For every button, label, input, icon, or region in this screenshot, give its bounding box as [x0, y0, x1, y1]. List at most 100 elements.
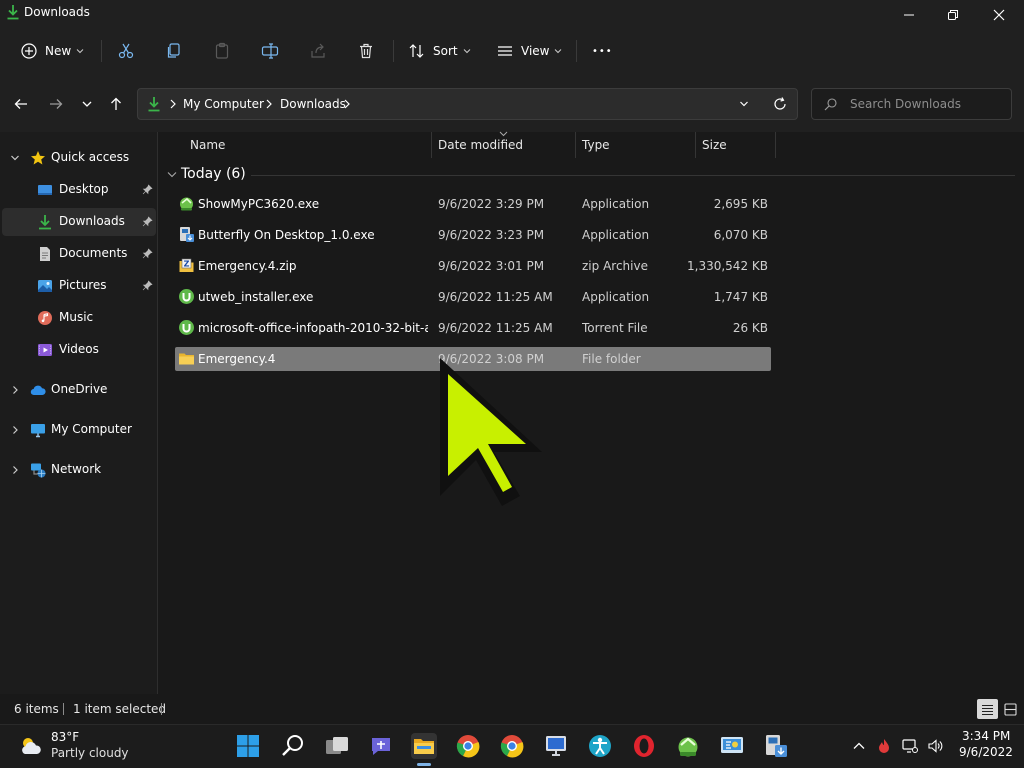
- column-divider[interactable]: [431, 132, 432, 158]
- taskbar-file-explorer[interactable]: [411, 733, 437, 766]
- address-dropdown-icon[interactable]: [739, 99, 749, 109]
- sidebar-item-documents[interactable]: Documents: [2, 240, 156, 268]
- file-type: Application: [582, 228, 650, 242]
- file-name: utweb_installer.exe: [198, 290, 314, 304]
- sidebar-item-videos[interactable]: Videos: [2, 336, 156, 364]
- show-hidden-icons-icon[interactable]: [851, 738, 867, 754]
- up-button[interactable]: [106, 94, 126, 114]
- tiles-view-button[interactable]: [1000, 699, 1021, 719]
- file-type: File folder: [582, 352, 641, 366]
- download-arrow-icon: [39, 215, 51, 230]
- chevron-down-icon[interactable]: [10, 153, 20, 163]
- task-view-icon[interactable]: [324, 733, 350, 759]
- navigation-pane: Quick access Desktop Downloads Documents…: [0, 132, 158, 694]
- opera-icon[interactable]: [631, 733, 657, 759]
- paste-button[interactable]: [213, 36, 231, 66]
- column-header-size[interactable]: Size: [702, 132, 727, 158]
- table-row[interactable]: Z Emergency.4.zip 9/6/2022 3:01 PM zip A…: [175, 254, 771, 278]
- clock-date[interactable]: 9/6/2022: [959, 745, 1013, 759]
- tray-flame-icon[interactable]: [876, 738, 892, 754]
- installer-icon[interactable]: [763, 733, 789, 759]
- column-header-name[interactable]: Name: [190, 132, 225, 158]
- partly-cloudy-icon[interactable]: [18, 734, 44, 758]
- new-button[interactable]: New: [20, 36, 84, 66]
- recent-locations-button[interactable]: [77, 94, 97, 114]
- view-button[interactable]: View: [496, 36, 562, 66]
- sort-button[interactable]: Sort: [408, 36, 471, 66]
- details-view-icon: [982, 704, 993, 715]
- chrome-icon[interactable]: [455, 733, 481, 759]
- selection-count: 1 item selected: [73, 702, 167, 716]
- svg-text:Z: Z: [184, 260, 190, 269]
- table-row[interactable]: ShowMyPC3620.exe 9/6/2022 3:29 PM Applic…: [175, 192, 771, 216]
- remote-desktop-icon[interactable]: [543, 733, 569, 759]
- back-button[interactable]: [11, 94, 31, 114]
- tiles-view-icon: [1004, 702, 1017, 716]
- arrow-right-icon: [50, 99, 63, 109]
- table-row[interactable]: Butterfly On Desktop_1.0.exe 9/6/2022 3:…: [175, 223, 771, 247]
- sidebar-item-onedrive[interactable]: OneDrive: [2, 376, 156, 404]
- start-icon[interactable]: [235, 733, 261, 759]
- column-header-date-modified[interactable]: Date modified: [438, 132, 523, 158]
- address-bar[interactable]: My Computer Downloads: [137, 88, 798, 120]
- sidebar-item-quick-access[interactable]: Quick access: [2, 144, 156, 172]
- column-divider[interactable]: [775, 132, 776, 158]
- sidebar-item-pictures[interactable]: Pictures: [2, 272, 156, 300]
- chevron-right-icon[interactable]: [10, 425, 20, 435]
- sort-icon: [409, 44, 424, 58]
- search-box[interactable]: [811, 88, 1012, 120]
- control-panel-icon[interactable]: [719, 733, 745, 759]
- forward-button[interactable]: [46, 94, 66, 114]
- network-status-icon[interactable]: [902, 738, 918, 754]
- search-input[interactable]: [850, 95, 1005, 113]
- chevron-right-icon[interactable]: [10, 385, 20, 395]
- table-row[interactable]: utweb_installer.exe 9/6/2022 11:25 AM Ap…: [175, 285, 771, 309]
- sidebar-item-my-computer[interactable]: My Computer: [2, 416, 156, 444]
- breadcrumb-my-computer[interactable]: My Computer: [183, 97, 264, 111]
- app-green-icon[interactable]: [675, 733, 701, 759]
- installer-icon: [180, 227, 194, 242]
- copy-button[interactable]: [165, 36, 183, 66]
- group-header-today[interactable]: Today (6): [159, 164, 1024, 186]
- clock-time[interactable]: 3:34 PM: [962, 729, 1010, 743]
- sidebar-item-network[interactable]: Network: [2, 456, 156, 484]
- minimize-button[interactable]: [886, 0, 932, 30]
- chevron-right-icon[interactable]: [10, 465, 20, 475]
- cut-button[interactable]: [117, 36, 135, 66]
- volume-icon[interactable]: [927, 738, 943, 754]
- column-divider[interactable]: [695, 132, 696, 158]
- details-view-button[interactable]: [977, 699, 998, 719]
- sidebar-item-desktop[interactable]: Desktop: [2, 176, 156, 204]
- search-icon[interactable]: [280, 733, 306, 759]
- close-icon: [993, 9, 1005, 21]
- scissors-icon: [118, 43, 134, 59]
- table-row[interactable]: microsoft-office-infopath-2010-32-bit-a.…: [175, 316, 771, 340]
- sidebar-item-music[interactable]: Music: [2, 304, 156, 332]
- navigation-bar: My Computer Downloads: [0, 72, 1024, 132]
- teams-chat-icon[interactable]: [368, 733, 394, 759]
- share-button[interactable]: [309, 36, 327, 66]
- sidebar-item-label: My Computer: [51, 422, 132, 436]
- music-icon: [38, 311, 52, 325]
- column-header-type[interactable]: Type: [582, 132, 610, 158]
- breadcrumb-downloads[interactable]: Downloads: [280, 97, 346, 111]
- sidebar-item-downloads[interactable]: Downloads: [2, 208, 156, 236]
- chrome-icon[interactable]: [499, 733, 525, 759]
- column-divider[interactable]: [575, 132, 576, 158]
- weather-description[interactable]: Partly cloudy: [51, 746, 129, 760]
- accessibility-app-icon[interactable]: [587, 733, 613, 759]
- window-title: Downloads: [24, 5, 90, 19]
- cloud-icon: [30, 385, 46, 396]
- arrow-up-icon: [111, 97, 121, 110]
- file-list: Name Date modified Type Size Today (6) S…: [159, 131, 1024, 694]
- more-options-button[interactable]: •••: [592, 36, 613, 66]
- rename-button[interactable]: [261, 36, 279, 66]
- close-button[interactable]: [976, 0, 1022, 30]
- delete-button[interactable]: [357, 36, 375, 66]
- star-icon: [31, 151, 45, 165]
- sidebar-item-label: Network: [51, 462, 102, 476]
- weather-temperature[interactable]: 83°F: [51, 730, 79, 744]
- refresh-icon[interactable]: [772, 96, 788, 112]
- maximize-button[interactable]: [930, 0, 976, 30]
- arrow-left-icon: [14, 99, 27, 109]
